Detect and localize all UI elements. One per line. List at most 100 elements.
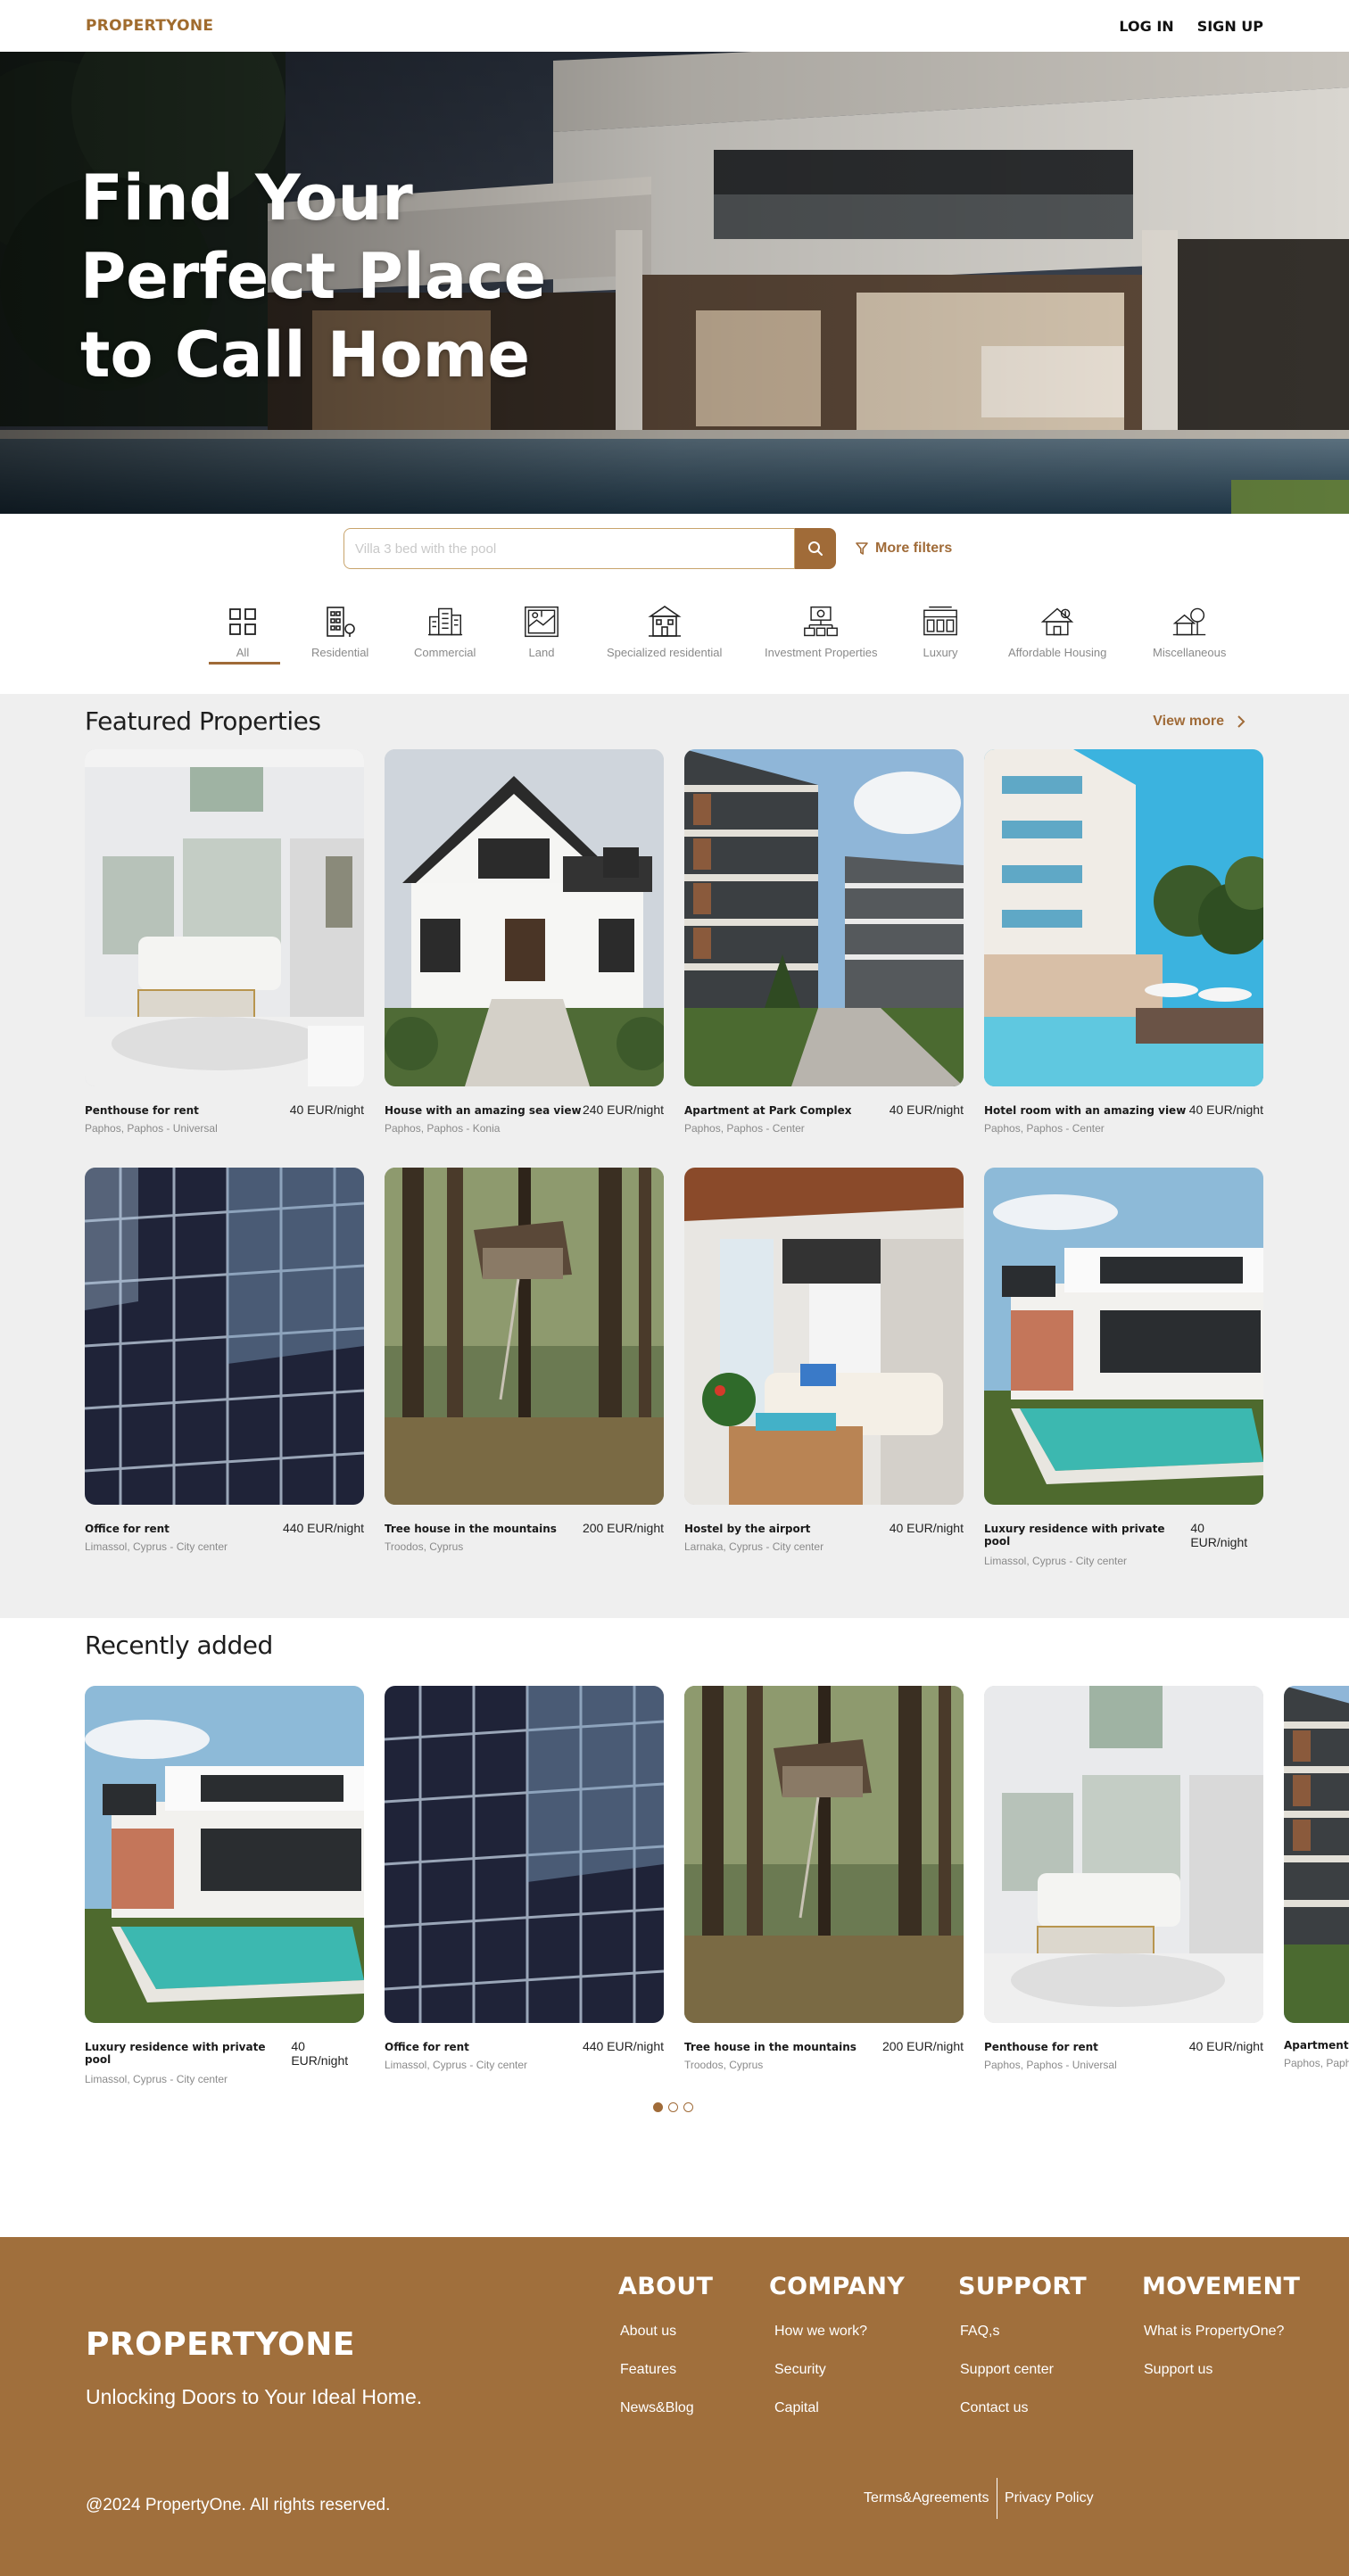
property-card[interactable]: Apartment at Park Complex Paphos, Paphos… (1284, 1686, 1349, 2069)
property-card[interactable]: Apartment at Park Complex 40 EUR/night Pa… (684, 749, 964, 1135)
property-card[interactable]: Penthouse for rent 40 EUR/night Paphos, P… (85, 749, 364, 1135)
category-tab-luxury[interactable]: Luxury (923, 603, 958, 659)
property-price: 240 EUR/night (582, 1102, 664, 1117)
category-tab-miscellaneous[interactable]: Miscellaneous (1153, 603, 1226, 659)
property-image[interactable] (984, 1686, 1263, 2023)
property-card[interactable]: Hotel room with an amazing view 40 EUR/ni… (984, 749, 1263, 1135)
property-image[interactable] (385, 1686, 664, 2023)
category-tab-all[interactable]: All (225, 603, 261, 659)
search-icon (808, 541, 823, 556)
category-tab-residential[interactable]: Residential (311, 603, 368, 659)
footer-link-how-we-work[interactable]: How we work? (774, 2324, 905, 2340)
residential-icon (322, 603, 358, 640)
property-image[interactable] (1284, 1686, 1349, 2023)
view-more-link[interactable]: View more (1153, 714, 1246, 730)
category-tab-investment-properties[interactable]: Investment Properties (765, 603, 877, 659)
property-card[interactable]: Tree house in the mountains 200 EUR/night… (684, 1686, 964, 2071)
view-more-label: View more (1153, 714, 1224, 729)
footer-link-support-center[interactable]: Support center (960, 2362, 1087, 2378)
footer-column-title: MOVEMENT (1142, 2273, 1301, 2300)
property-image[interactable] (684, 749, 964, 1086)
category-tab-affordable-housing[interactable]: Affordable Housing (1008, 603, 1106, 659)
property-image[interactable] (984, 1168, 1263, 1505)
pagination-dot-2[interactable] (668, 2102, 678, 2112)
property-card[interactable]: Luxury residence with private pool 40 EUR… (85, 1686, 364, 2085)
property-location: Troodos, Cyprus (385, 1540, 464, 1553)
property-card[interactable]: House with an amazing sea view 240 EUR/ni… (385, 749, 664, 1135)
property-name: House with an amazing sea view (385, 1104, 582, 1117)
footer-link-support-us[interactable]: Support us (1144, 2362, 1300, 2378)
category-label: Land (528, 646, 555, 659)
footer-link-faqs[interactable]: FAQ,s (960, 2324, 1087, 2340)
hero-banner: Find Your Perfect Place to Call Home (0, 52, 1349, 514)
property-name: Luxury residence with private pool (85, 2041, 266, 2066)
property-location: Paphos, Paphos - Universal (85, 1122, 218, 1135)
property-location: Larnaka, Cyprus - City center (684, 1540, 824, 1553)
category-tab-specialized-residential[interactable]: Specialized residential (607, 603, 722, 659)
miscellaneous-icon (1171, 603, 1207, 640)
property-location: Paphos, Paphos - Konia (385, 1122, 501, 1135)
category-label: Investment Properties (765, 646, 878, 659)
property-location: Troodos, Cyprus (684, 2059, 764, 2071)
category-label: Affordable Housing (1008, 646, 1107, 659)
signup-link[interactable]: SIGN UP (1197, 18, 1263, 35)
footer-column-title: COMPANY (769, 2273, 906, 2300)
land-map-icon (524, 603, 559, 640)
property-card[interactable]: Penthouse for rent 40 EUR/night Paphos, P… (984, 1686, 1263, 2071)
footer-link-security[interactable]: Security (774, 2362, 905, 2378)
property-location: Paphos, Paphos - Universal (984, 2059, 1117, 2071)
more-filters-button[interactable]: More filters (856, 541, 952, 557)
footer-link-about-us[interactable]: About us (620, 2324, 713, 2340)
category-label: Commercial (414, 646, 476, 659)
property-price: 40 EUR/night (1188, 2039, 1263, 2053)
property-image[interactable] (85, 1168, 364, 1505)
footer-link-news-blog[interactable]: News&Blog (620, 2400, 713, 2416)
search-input[interactable] (343, 528, 795, 569)
property-image[interactable] (385, 749, 664, 1086)
footer-copyright: @2024 PropertyOne. All rights reserved. (86, 2496, 391, 2514)
category-label: Residential (311, 646, 369, 659)
affordable-housing-icon (1039, 603, 1075, 640)
filter-icon (856, 542, 868, 555)
terms-link[interactable]: Terms&Agreements (864, 2490, 989, 2506)
privacy-link[interactable]: Privacy Policy (1005, 2490, 1094, 2506)
property-name: Office for rent (85, 1523, 170, 1535)
property-price: 40 EUR/night (291, 2039, 349, 2068)
property-card[interactable]: Tree house in the mountains 200 EUR/night… (385, 1168, 664, 1553)
property-image[interactable] (684, 1686, 964, 2023)
footer-column-title: ABOUT (618, 2273, 714, 2300)
footer-column-company: COMPANY How we work? Security Capital (769, 2273, 905, 2439)
pagination-dot-3[interactable] (683, 2102, 693, 2112)
property-price: 200 EUR/night (582, 1521, 664, 1535)
category-tab-commercial[interactable]: Commercial (414, 603, 476, 659)
footer-link-capital[interactable]: Capital (774, 2400, 905, 2416)
category-label: Luxury (923, 646, 958, 659)
property-card[interactable]: Office for rent 440 EUR/night Limassol, C… (85, 1168, 364, 1553)
footer-link-what-is-propertyone[interactable]: What is PropertyOne? (1144, 2324, 1300, 2340)
section-title: Featured Properties (85, 706, 321, 736)
property-card[interactable]: Luxury residence with private pool 40 EUR… (984, 1168, 1263, 1567)
property-name: Luxury residence with private pool (984, 1523, 1165, 1548)
legal-divider (996, 2478, 997, 2519)
search-bar: More filters (343, 528, 952, 569)
pagination-dot-1[interactable] (653, 2102, 663, 2112)
search-button[interactable] (795, 528, 836, 569)
footer-brand[interactable]: PROPERTYONE (86, 2326, 355, 2363)
property-location: Paphos, Paphos - Center (1284, 2057, 1349, 2069)
category-tab-land[interactable]: Land (524, 603, 559, 659)
footer-link-features[interactable]: Features (620, 2362, 713, 2378)
property-image[interactable] (85, 749, 364, 1086)
login-link[interactable]: LOG IN (1119, 18, 1173, 35)
property-name: Hostel by the airport (684, 1523, 811, 1535)
property-location: Paphos, Paphos - Center (984, 1122, 1105, 1135)
property-location: Paphos, Paphos - Center (684, 1122, 805, 1135)
property-image[interactable] (85, 1686, 364, 2023)
property-name: Penthouse for rent (984, 2041, 1098, 2053)
footer-link-contact-us[interactable]: Contact us (960, 2400, 1087, 2416)
property-card[interactable]: Hostel by the airport 40 EUR/night Larnak… (684, 1168, 964, 1553)
property-image[interactable] (984, 749, 1263, 1086)
property-card[interactable]: Office for rent 440 EUR/night Limassol, C… (385, 1686, 664, 2071)
brand-logo[interactable]: PROPERTYONE (86, 17, 213, 35)
property-image[interactable] (385, 1168, 664, 1505)
property-image[interactable] (684, 1168, 964, 1505)
